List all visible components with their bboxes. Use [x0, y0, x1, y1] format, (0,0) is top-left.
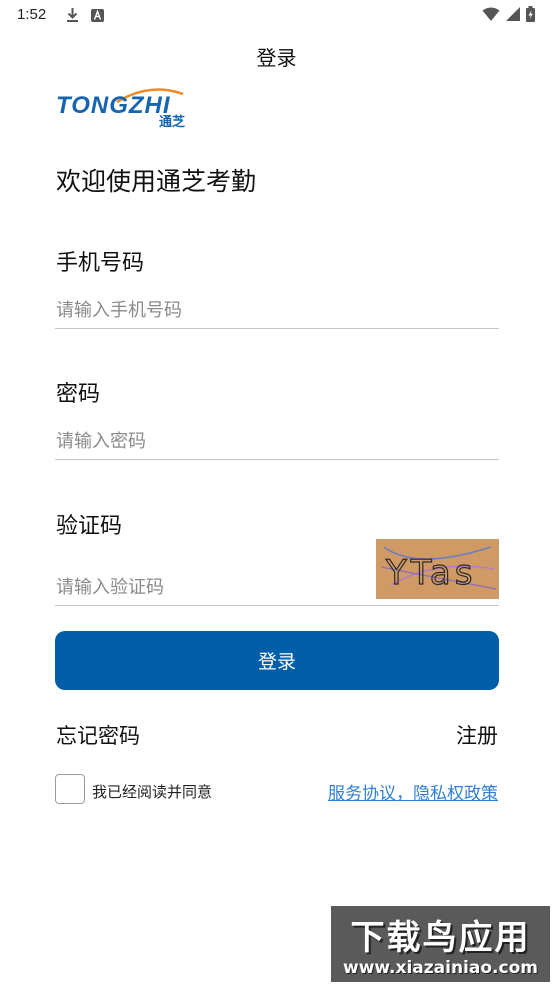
a-badge-icon [91, 8, 104, 22]
phone-label: 手机号码 [56, 251, 145, 276]
download-icon [67, 8, 78, 22]
phone-input[interactable] [55, 293, 499, 329]
agree-text: 我已经阅读并同意 [92, 783, 213, 801]
password-input[interactable] [55, 424, 499, 460]
tongzhi-logo: TONGZHI 通芝 [56, 88, 185, 130]
status-time: 1:52 [17, 6, 47, 23]
welcome-heading: 欢迎使用通芝考勤 [56, 167, 257, 196]
login-button[interactable]: 登录 [55, 631, 499, 690]
logo-subtext: 通芝 [159, 114, 185, 130]
policy-link[interactable]: 服务协议，隐私权政策 [328, 779, 498, 804]
battery-icon [526, 6, 535, 22]
watermark-url: www.xiazainiao.com [343, 958, 538, 978]
logo-text: TONGZHI [56, 92, 171, 119]
status-bar: 1:52 [0, 0, 553, 30]
forgot-password-link[interactable]: 忘记密码 [56, 720, 140, 750]
captcha-image[interactable]: YTas [376, 539, 499, 599]
register-link[interactable]: 注册 [456, 720, 498, 750]
captcha-label: 验证码 [56, 514, 123, 539]
password-label: 密码 [56, 382, 101, 407]
agree-checkbox[interactable] [55, 774, 85, 804]
watermark: 下载鸟应用 www.xiazainiao.com [331, 906, 550, 982]
page-title: 登录 [256, 46, 297, 70]
captcha-text: YTas [385, 553, 476, 593]
wifi-icon [482, 7, 500, 21]
signal-icon [506, 7, 520, 21]
status-right-icons [482, 6, 535, 22]
watermark-title: 下载鸟应用 [350, 918, 531, 958]
status-left-icons [66, 7, 104, 23]
